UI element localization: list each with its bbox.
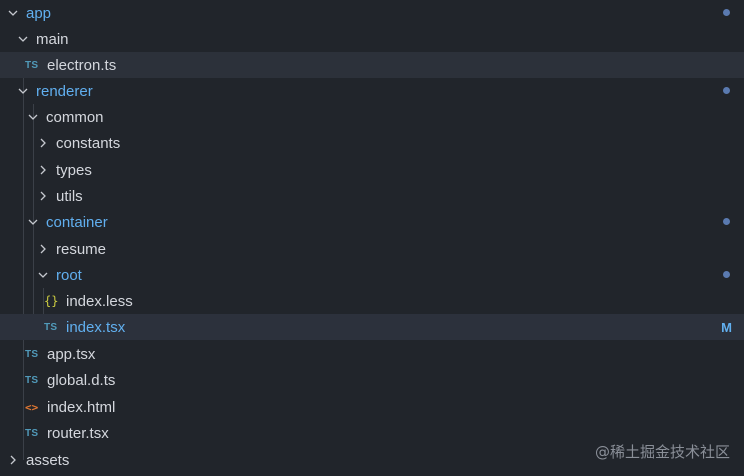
tree-item-label: main bbox=[36, 30, 69, 48]
tree-item-renderer[interactable]: renderer bbox=[0, 78, 744, 104]
chevron-right-icon bbox=[38, 191, 48, 201]
tree-item-label: resume bbox=[56, 240, 107, 258]
tree-item-label: renderer bbox=[36, 82, 93, 100]
modified-dot bbox=[723, 9, 730, 16]
tree-item-utils[interactable]: utils bbox=[0, 183, 744, 209]
chevron-down-icon bbox=[8, 8, 18, 18]
tree-item-root[interactable]: root bbox=[0, 262, 744, 288]
tree-item-index-tsx[interactable]: TS index.tsx M bbox=[0, 314, 744, 340]
tree-item-label: app.tsx bbox=[47, 345, 96, 363]
tree-item-app-tsx[interactable]: TS app.tsx bbox=[0, 341, 744, 367]
file-explorer: app main TS electron.ts renderer common … bbox=[0, 0, 744, 476]
tree-item-index-less[interactable]: {} index.less bbox=[0, 288, 744, 314]
tree-item-index-html[interactable]: <> index.html bbox=[0, 394, 744, 420]
tree-item-app[interactable]: app bbox=[0, 0, 744, 26]
tree-item-constants[interactable]: constants bbox=[0, 130, 744, 156]
tree-item-common[interactable]: common bbox=[0, 104, 744, 130]
typescript-file-icon: TS bbox=[25, 348, 39, 360]
chevron-down-icon bbox=[38, 270, 48, 280]
watermark: @稀土掘金技术社区 bbox=[594, 443, 730, 461]
chevron-right-icon bbox=[38, 165, 48, 175]
typescript-file-icon: TS bbox=[25, 427, 39, 439]
modified-dot bbox=[723, 271, 730, 278]
tree-item-global-d-ts[interactable]: TS global.d.ts bbox=[0, 367, 744, 393]
tree-item-label: utils bbox=[56, 187, 83, 205]
braces-file-icon: {} bbox=[44, 294, 59, 308]
typescript-file-icon: TS bbox=[44, 321, 58, 333]
chevron-right-icon bbox=[8, 455, 18, 465]
tree-item-types[interactable]: types bbox=[0, 157, 744, 183]
chevron-right-icon bbox=[38, 138, 48, 148]
tree-item-label: common bbox=[46, 108, 104, 126]
typescript-file-icon: TS bbox=[25, 374, 39, 386]
tree-item-label: app bbox=[26, 4, 52, 22]
chevron-down-icon bbox=[18, 34, 28, 44]
tree-item-label: root bbox=[56, 266, 82, 284]
chevron-down-icon bbox=[28, 217, 38, 227]
tree-item-label: constants bbox=[56, 134, 121, 152]
typescript-file-icon: TS bbox=[25, 59, 39, 71]
tree-item-container[interactable]: container bbox=[0, 209, 744, 235]
tree-item-label: index.html bbox=[47, 398, 116, 416]
tree-item-main[interactable]: main bbox=[0, 26, 744, 52]
chevron-down-icon bbox=[18, 86, 28, 96]
chevron-down-icon bbox=[28, 112, 38, 122]
tree-item-label: index.less bbox=[66, 292, 133, 310]
tree-item-resume[interactable]: resume bbox=[0, 236, 744, 262]
tree-item-label: router.tsx bbox=[47, 424, 109, 442]
modified-dot bbox=[723, 87, 730, 94]
modified-badge: M bbox=[721, 319, 732, 335]
tree-item-electron-ts[interactable]: TS electron.ts bbox=[0, 52, 744, 78]
tree-item-label: electron.ts bbox=[47, 56, 117, 74]
tree-item-label: global.d.ts bbox=[47, 371, 116, 389]
tree-item-label: types bbox=[56, 161, 92, 179]
tree-item-label: index.tsx bbox=[66, 318, 126, 336]
tree-item-label: assets bbox=[26, 451, 70, 469]
html-file-icon: <> bbox=[25, 400, 39, 414]
chevron-right-icon bbox=[38, 244, 48, 254]
tree-item-label: container bbox=[46, 213, 108, 231]
modified-dot bbox=[723, 218, 730, 225]
